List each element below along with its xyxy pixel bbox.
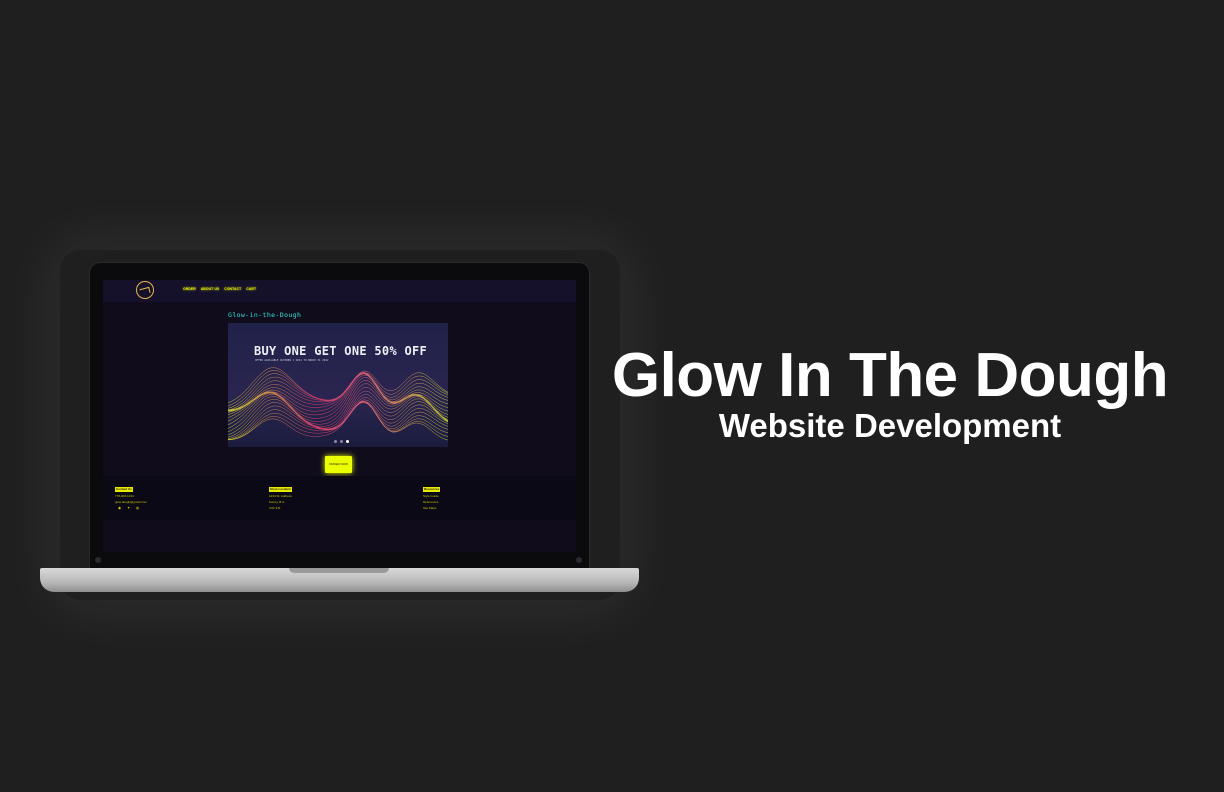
footer-address-line: 1234 St. Address bbox=[269, 493, 292, 498]
wave-graphic bbox=[228, 367, 448, 441]
carousel-dot[interactable] bbox=[334, 440, 337, 443]
laptop-screen: ORDER ABOUT US CONTACT CART Glow-in-the-… bbox=[103, 280, 576, 552]
nav-about-us[interactable]: ABOUT US bbox=[201, 287, 220, 291]
site-logo[interactable] bbox=[136, 281, 154, 299]
wave-line bbox=[228, 400, 448, 440]
wave-line bbox=[228, 373, 448, 411]
site-navbar: ORDER ABOUT US CONTACT CART bbox=[103, 280, 576, 302]
carousel-dot[interactable] bbox=[340, 440, 343, 443]
screw-right-icon bbox=[576, 557, 582, 563]
footer-resources-heading: Resources bbox=[423, 487, 441, 492]
footer-references-link[interactable]: References bbox=[423, 499, 440, 505]
footer-site-maps-link[interactable]: Site Maps bbox=[423, 505, 440, 511]
footer-location: Store Location 1234 St. Address Surrey, … bbox=[269, 486, 293, 511]
footer-location-heading: Store Location bbox=[269, 487, 293, 492]
presentation-stage: ORDER ABOUT US CONTACT CART Glow-in-the-… bbox=[0, 0, 1224, 792]
wave-line bbox=[228, 372, 448, 415]
footer-email[interactable]: glow.dough@gmail.com bbox=[115, 499, 147, 505]
promo-banner[interactable]: BUY ONE GET ONE 50% OFF OFFER AVAILABLE … bbox=[228, 323, 448, 447]
footer-resources: Resources Style Guide References Site Ma… bbox=[423, 486, 441, 511]
wave-line bbox=[228, 402, 448, 440]
instagram-icon[interactable]: ◉ bbox=[118, 506, 121, 511]
footer-style-guide-link[interactable]: Style Guide bbox=[423, 493, 440, 499]
carousel-dots bbox=[334, 440, 349, 443]
facebook-icon[interactable]: ◍ bbox=[136, 506, 139, 511]
laptop-base bbox=[40, 568, 639, 592]
laptop-notch bbox=[289, 568, 389, 573]
nav-links: ORDER ABOUT US CONTACT CART bbox=[183, 287, 256, 291]
screw-left-icon bbox=[95, 557, 101, 563]
hero-subtitle: Website Development bbox=[718, 407, 1062, 444]
footer-contact-heading: Contact Us bbox=[115, 487, 133, 492]
footer-contact: Contact Us 778-000-1234 glow.dough@gmail… bbox=[115, 486, 147, 511]
wave-line bbox=[228, 401, 448, 441]
banner-subline: OFFER AVAILABLE OCTOBER 1 2021 TO MARCH … bbox=[255, 359, 329, 362]
carousel-dot-active[interactable] bbox=[346, 440, 349, 443]
hero-title: Glow In The Dough bbox=[611, 341, 1169, 410]
nav-cart[interactable]: CART bbox=[246, 287, 256, 291]
twitter-icon[interactable]: ✦ bbox=[127, 506, 130, 511]
nav-order[interactable]: ORDER bbox=[183, 287, 196, 291]
wave-line bbox=[228, 400, 448, 441]
social-links: ◉ ✦ ◍ bbox=[115, 506, 147, 511]
site-brand-title: Glow-in-the-Dough bbox=[228, 311, 302, 319]
site-footer: Contact Us 778-000-1234 glow.dough@gmail… bbox=[103, 476, 576, 520]
banner-headline: BUY ONE GET ONE 50% OFF bbox=[254, 344, 428, 358]
nav-contact[interactable]: CONTACT bbox=[224, 287, 241, 291]
order-now-button[interactable]: ORDER NOW bbox=[325, 456, 352, 473]
wave-line bbox=[228, 401, 448, 440]
footer-address-line: V3V 3J3 bbox=[269, 505, 281, 510]
